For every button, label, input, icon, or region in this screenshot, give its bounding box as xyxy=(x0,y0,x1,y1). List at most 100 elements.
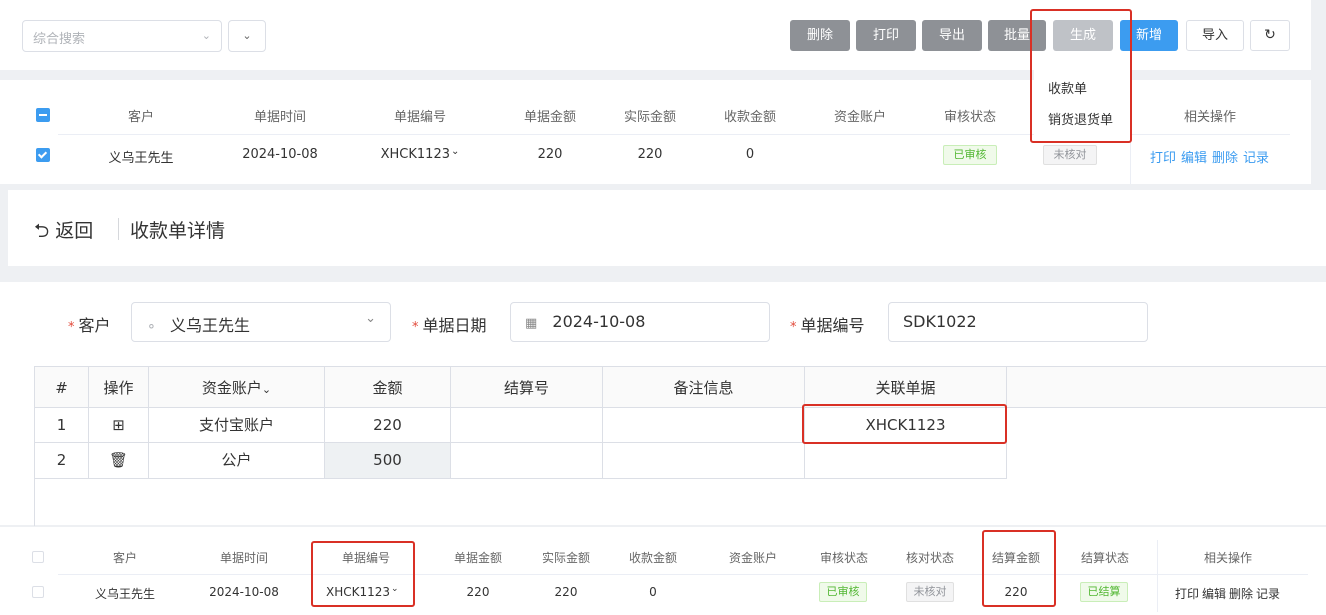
chevron-down-icon: ⌄ xyxy=(242,29,252,42)
cell-number[interactable]: XHCK1123 xyxy=(370,147,450,162)
delete-link[interactable]: 删除 xyxy=(1229,585,1253,602)
chevron-down-icon[interactable]: ⌄ xyxy=(451,146,459,157)
settle-status-badge: 已结算 xyxy=(1080,582,1128,602)
chevron-down-icon: ⌄ xyxy=(261,383,272,396)
row-checkbox[interactable] xyxy=(32,586,44,598)
print-link[interactable]: 打印 xyxy=(1175,585,1199,602)
highlight-box xyxy=(802,404,1007,444)
cell-amount: 220 xyxy=(466,585,490,599)
cell-fund-account[interactable]: 公户 xyxy=(149,443,325,479)
cell-amount[interactable]: 500 xyxy=(325,443,451,479)
add-row-icon[interactable]: ⊞ xyxy=(89,408,149,443)
export-button[interactable]: 导出 xyxy=(922,20,982,51)
check-status-badge: 未核对 xyxy=(906,582,954,602)
customer-label: * 客户 xyxy=(68,316,111,335)
audit-status-badge: 已审核 xyxy=(819,582,867,602)
col-actual: 实际金额 xyxy=(623,110,676,125)
back-icon: ⮌ xyxy=(34,220,50,242)
col-amount: 金额 xyxy=(325,366,451,408)
select-all-checkbox[interactable] xyxy=(32,551,44,563)
cell-time: 2024-10-08 xyxy=(209,585,279,599)
number-label: * 单据编号 xyxy=(790,316,865,335)
cell-actual: 220 xyxy=(554,585,578,599)
delete-link[interactable]: 删除 xyxy=(1212,147,1238,166)
search-placeholder: 综合搜索 xyxy=(33,32,86,47)
select-all-checkbox[interactable] xyxy=(36,108,50,122)
cell-related[interactable] xyxy=(805,443,1007,479)
cell-fund-account[interactable]: 支付宝账户 xyxy=(149,408,325,443)
expand-filter-button[interactable]: ⌄ xyxy=(228,20,266,52)
cell-received: 0 xyxy=(745,147,755,162)
order-list-bottom xyxy=(0,527,1326,615)
col-ops: 相关操作 xyxy=(1203,551,1252,565)
col-customer: 客户 xyxy=(127,110,154,125)
col-account: 资金账户 xyxy=(833,110,886,125)
highlight-box xyxy=(982,530,1056,607)
print-button[interactable]: 打印 xyxy=(856,20,916,51)
cell-amount: 220 xyxy=(537,147,563,162)
ops-divider xyxy=(1157,540,1158,612)
chevron-down-icon: ⌄ xyxy=(365,311,376,326)
row-index: 2 xyxy=(35,443,89,479)
col-index: # xyxy=(35,366,89,408)
cell-note[interactable] xyxy=(603,408,805,443)
customer-select[interactable]: ⚬ 义乌王先生 ⌄ xyxy=(131,302,391,342)
col-amount: 单据金额 xyxy=(453,551,502,565)
col-fund-account[interactable]: 资金账户⌄ xyxy=(149,366,325,408)
cell-note[interactable] xyxy=(603,443,805,479)
col-audit: 审核状态 xyxy=(943,110,996,125)
col-customer: 客户 xyxy=(112,551,137,565)
col-time: 单据时间 xyxy=(219,551,268,565)
col-operation: 操作 xyxy=(89,366,149,408)
col-settle-no: 结算号 xyxy=(451,366,603,408)
date-value: 2024-10-08 xyxy=(552,312,646,331)
chevron-down-icon: ⌄ xyxy=(201,29,211,42)
cell-time: 2024-10-08 xyxy=(242,147,318,162)
import-button[interactable]: 导入 xyxy=(1186,20,1244,51)
cell-amount[interactable]: 220 xyxy=(325,408,451,443)
date-field[interactable]: ▦ 2024-10-08 xyxy=(510,302,770,342)
cell-settle-no[interactable] xyxy=(451,408,603,443)
check-status-badge: 未核对 xyxy=(1043,145,1097,165)
audit-status-badge: 已审核 xyxy=(943,145,997,165)
cell-actual: 220 xyxy=(637,147,663,162)
customer-value: 义乌王先生 xyxy=(170,316,251,335)
cell-customer: 义乌王先生 xyxy=(108,151,174,166)
cell-received: 0 xyxy=(649,585,657,599)
print-link[interactable]: 打印 xyxy=(1150,147,1176,166)
col-check: 核对状态 xyxy=(905,551,954,565)
number-value: SDK1022 xyxy=(903,312,977,331)
refresh-icon: ↻ xyxy=(1264,27,1276,43)
refresh-button[interactable]: ↻ xyxy=(1250,20,1290,51)
search-select[interactable]: 综合搜索 ⌄ xyxy=(22,20,222,52)
row-checkbox[interactable] xyxy=(36,148,50,162)
calendar-icon: ▦ xyxy=(525,316,538,331)
record-link[interactable]: 记录 xyxy=(1243,147,1269,166)
record-link[interactable]: 记录 xyxy=(1256,585,1280,602)
row-divider xyxy=(58,574,1308,575)
col-account: 资金账户 xyxy=(728,551,777,565)
link-icon: ⚬ xyxy=(146,320,157,335)
back-label: 返回 xyxy=(55,220,94,242)
col-settle-status: 结算状态 xyxy=(1080,551,1129,565)
edit-link[interactable]: 编辑 xyxy=(1202,585,1226,602)
col-received: 收款金额 xyxy=(628,551,677,565)
col-received: 收款金额 xyxy=(723,110,776,125)
delete-button[interactable]: 删除 xyxy=(790,20,850,51)
col-audit: 审核状态 xyxy=(819,551,868,565)
col-actual: 实际金额 xyxy=(541,551,590,565)
back-button[interactable]: ⮌ 返回 xyxy=(34,216,93,249)
edit-link[interactable]: 编辑 xyxy=(1181,147,1207,166)
cell-settle-no[interactable] xyxy=(451,443,603,479)
delete-row-icon[interactable]: 🗑 xyxy=(89,443,149,479)
payment-grid: # 操作 资金账户⌄ 金额 结算号 备注信息 关联单据 1 ⊞ 支付宝账户 22… xyxy=(34,366,1326,526)
col-note: 备注信息 xyxy=(603,366,805,408)
date-label: * 单据日期 xyxy=(412,316,487,335)
col-amount: 单据金额 xyxy=(523,110,576,125)
col-number: 单据编号 xyxy=(393,110,446,125)
row-index: 1 xyxy=(35,408,89,443)
page-title: 收款单详情 xyxy=(130,220,226,242)
col-related: 关联单据 xyxy=(805,366,1007,408)
col-empty xyxy=(1007,366,1326,408)
number-field[interactable]: SDK1022 xyxy=(888,302,1148,342)
